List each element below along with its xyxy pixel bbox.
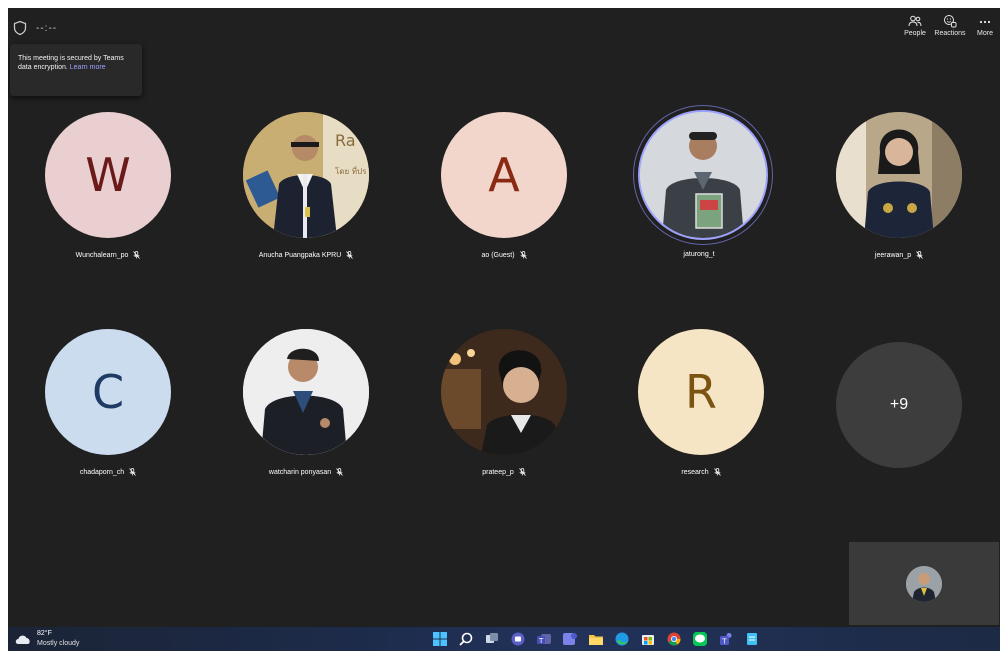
avatar: Ra โดย ที่ปร (243, 112, 369, 238)
avatar-initial: R (685, 365, 717, 419)
chrome-icon[interactable] (666, 631, 682, 647)
avatar (243, 329, 369, 455)
self-photo (906, 566, 942, 602)
svg-text:Ra: Ra (335, 131, 356, 150)
meeting-toolbar: --:-- People Reactions More (8, 8, 1000, 48)
participant-name: ao (Guest) (481, 251, 515, 259)
encryption-tooltip: This meeting is secured by Teams data en… (10, 44, 142, 96)
mic-off-icon (519, 251, 527, 259)
avatar-initial: C (91, 365, 125, 419)
windows-start-icon[interactable] (432, 631, 448, 647)
participant-name-row: research (608, 468, 794, 476)
overflow-avatar: +9 (836, 342, 962, 468)
participant-tile-speaking[interactable]: jaturong_t (636, 108, 766, 268)
participant-tile[interactable]: C chadaporn_ch (45, 329, 171, 489)
self-view-preview[interactable] (849, 542, 999, 625)
participant-name: Wunchalearn_po (75, 251, 129, 259)
avatar: C (45, 329, 171, 455)
teams-meeting-window: --:-- People Reactions More This meeting… (8, 8, 1000, 651)
participant-photo (640, 112, 766, 238)
weather-widget[interactable]: 82°F Mostly cloudy (14, 630, 104, 650)
meeting-timer: --:-- (36, 23, 58, 34)
participant-name-row: prateep_p (411, 468, 597, 476)
reactions-label: Reactions (934, 30, 966, 37)
reactions-icon (944, 15, 957, 28)
participant-name-row: Wunchalearn_po (15, 251, 201, 259)
avatar-initial: W (85, 148, 131, 202)
weather-temp: 82°F (37, 630, 52, 637)
file-explorer-icon[interactable] (588, 631, 604, 647)
mic-off-icon (346, 251, 354, 259)
svg-text:T: T (538, 637, 544, 645)
edge-icon[interactable] (614, 631, 630, 647)
people-icon (908, 15, 922, 27)
participant-name: jaturong_t (683, 251, 715, 258)
mic-off-icon (518, 468, 526, 476)
participant-name: chadaporn_ch (79, 468, 125, 476)
people-button[interactable]: People (900, 14, 930, 46)
participant-name-row: jaturong_t (606, 251, 792, 258)
participant-tile[interactable]: W Wunchalearn_po (45, 112, 171, 272)
participant-name-row: chadaporn_ch (15, 468, 201, 476)
chat-icon[interactable] (510, 631, 526, 647)
reactions-button[interactable]: Reactions (932, 14, 968, 46)
overflow-participants-tile[interactable]: +9 (836, 342, 962, 502)
svg-text:T: T (721, 638, 727, 646)
more-button[interactable]: More (972, 14, 998, 46)
self-avatar (906, 566, 942, 602)
participant-name: prateep_p (482, 468, 514, 476)
mic-off-icon (916, 251, 923, 259)
overflow-count: +9 (889, 396, 909, 413)
avatar (836, 112, 962, 238)
more-label: More (977, 30, 993, 37)
participant-photo: Ra โดย ที่ปร (243, 112, 369, 238)
participant-name: watcharin ponyasan (268, 468, 332, 476)
cloud-icon (15, 635, 30, 644)
avatar: W (45, 112, 171, 238)
participant-photo (836, 112, 962, 238)
notepad-icon[interactable] (744, 631, 760, 647)
teams-classic-icon[interactable] (562, 631, 578, 647)
teams-meeting-icon[interactable]: T (718, 631, 734, 647)
weather-condition: Mostly cloudy (37, 640, 80, 647)
avatar: R (638, 329, 764, 455)
windows-taskbar: 82°F Mostly cloudy T T (8, 627, 1000, 651)
participant-photo (243, 329, 369, 455)
store-icon[interactable] (640, 631, 656, 647)
participant-tile[interactable]: watcharin ponyasan (243, 329, 369, 489)
mic-off-icon (336, 468, 343, 476)
participant-name-row: watcharin ponyasan (213, 468, 399, 476)
participant-name: Anucha Puangpaka KPRU (258, 251, 342, 259)
line-icon[interactable] (692, 631, 708, 647)
participant-name-row: ao (Guest) (411, 251, 597, 259)
task-view-icon[interactable] (484, 631, 500, 647)
participant-tile[interactable]: A ao (Guest) (441, 112, 567, 272)
avatar: A (441, 112, 567, 238)
more-icon (979, 20, 991, 24)
people-label: People (904, 30, 926, 37)
learn-more-link[interactable]: Learn more (70, 64, 106, 71)
teams-icon[interactable]: T (536, 631, 552, 647)
svg-text:โดย ที่ปร: โดย ที่ปร (335, 165, 367, 176)
participant-tile[interactable]: jeerawan_p (836, 112, 962, 272)
participant-tile[interactable]: R research (638, 329, 764, 489)
participant-name-row: Anucha Puangpaka KPRU (213, 251, 399, 259)
mic-off-icon (713, 468, 721, 476)
participant-tile[interactable]: prateep_p (441, 329, 567, 489)
participant-tile[interactable]: Ra โดย ที่ปร Anucha Puangpaka KPRU (243, 112, 369, 272)
avatar (640, 112, 766, 238)
participant-photo (441, 329, 567, 455)
participant-name: jeerawan_p (874, 251, 912, 259)
mic-off-icon (129, 468, 136, 476)
shield-icon[interactable] (12, 20, 28, 36)
participant-name: research (681, 468, 709, 476)
mic-off-icon (133, 251, 141, 259)
search-icon[interactable] (458, 631, 474, 647)
avatar (441, 329, 567, 455)
participant-name-row: jeerawan_p (806, 251, 992, 259)
avatar-initial: A (488, 148, 520, 202)
